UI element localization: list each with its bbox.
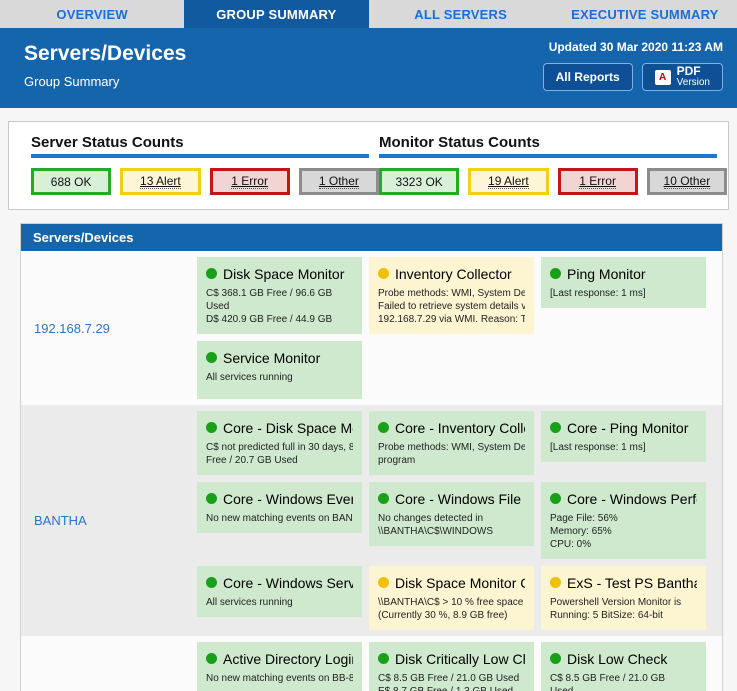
monitor-detail: Powershell Version Monitor is Running: 5…: [550, 596, 697, 622]
monitor-cell[interactable]: Ping Monitor [Last response: 1 ms]: [541, 257, 706, 308]
monitor-detail: \\BANTHA\C$ > 10 % free space (Currently…: [378, 596, 525, 622]
monitor-detail: C$ 8.5 GB Free / 21.0 GB Used E$ 8.7 GB …: [378, 672, 525, 691]
pdf-version-button[interactable]: A PDF Version: [642, 63, 723, 91]
server-status-title: Server Status Counts: [31, 134, 379, 151]
table-row: 192.168.7.29 Disk Space Monitor C$ 368.1…: [21, 251, 722, 405]
status-ok-dot-icon: [550, 268, 561, 279]
server-alert-badge[interactable]: 13 Alert: [120, 168, 200, 195]
page-subtitle: Group Summary: [24, 74, 186, 89]
monitor-detail: No new matching events on BANTHA: [206, 512, 353, 525]
monitor-cell[interactable]: Service Monitor All services running: [197, 341, 362, 399]
status-ok-dot-icon: [206, 577, 217, 588]
monitor-other-badge[interactable]: 10 Other: [647, 168, 727, 195]
tab-bar: OVERVIEW GROUP SUMMARY ALL SERVERS EXECU…: [0, 0, 737, 28]
server-other-badge[interactable]: 1 Other: [299, 168, 379, 195]
monitor-ok-badge[interactable]: 3323 OK: [379, 168, 459, 195]
monitor-cell[interactable]: Disk Space Monitor Co \\BANTHA\C$ > 10 %…: [369, 566, 534, 630]
monitor-detail: Probe methods: WMI, System Details progr…: [378, 441, 525, 467]
status-ok-dot-icon: [550, 493, 561, 504]
monitor-detail: All services running: [206, 371, 353, 384]
status-ok-dot-icon: [206, 653, 217, 664]
monitor-detail: [Last response: 1 ms]: [550, 441, 697, 454]
pdf-label: PDF: [677, 64, 701, 78]
monitor-cell[interactable]: Active Directory Login No new matching e…: [197, 642, 362, 691]
server-link[interactable]: [21, 642, 197, 691]
server-link[interactable]: BANTHA: [21, 411, 197, 630]
table-row: BANTHA Core - Disk Space Monit C$ not pr…: [21, 405, 722, 636]
monitor-detail: No changes detected in \\BANTHA\C$\WINDO…: [378, 512, 525, 538]
status-ok-dot-icon: [206, 422, 217, 433]
monitor-detail: C$ not predicted full in 30 days, 8.9 G …: [206, 441, 353, 467]
all-reports-label: All Reports: [556, 70, 620, 84]
monitor-cell[interactable]: Core - Windows File Ch No changes detect…: [369, 482, 534, 546]
server-ok-badge[interactable]: 688 OK: [31, 168, 111, 195]
page-title: Servers/Devices: [24, 42, 186, 66]
monitor-cell[interactable]: Core - Windows Perform Page File: 56% Me…: [541, 482, 706, 559]
server-error-badge[interactable]: 1 Error: [210, 168, 290, 195]
tab-executive-summary[interactable]: EXECUTIVE SUMMARY: [553, 0, 737, 28]
servers-devices-table: Servers/Devices 192.168.7.29 Disk Space …: [20, 223, 723, 691]
status-ok-dot-icon: [206, 493, 217, 504]
section-underline: [379, 154, 717, 158]
status-ok-dot-icon: [378, 422, 389, 433]
tab-all-servers[interactable]: ALL SERVERS: [369, 0, 553, 28]
status-ok-dot-icon: [378, 493, 389, 504]
monitor-cell[interactable]: Core - Windows Service All services runn…: [197, 566, 362, 617]
status-ok-dot-icon: [206, 268, 217, 279]
updated-timestamp: Updated 30 Mar 2020 11:23 AM: [543, 40, 723, 54]
section-underline: [31, 154, 369, 158]
monitor-cell[interactable]: Core - Inventory Collect Probe methods: …: [369, 411, 534, 475]
pdf-sublabel: Version: [677, 77, 710, 88]
status-ok-dot-icon: [206, 352, 217, 363]
monitor-error-badge[interactable]: 1 Error: [558, 168, 638, 195]
status-counts-panel: Server Status Counts 688 OK 13 Alert 1 E…: [8, 121, 729, 210]
monitor-cell[interactable]: Disk Critically Low Che C$ 8.5 GB Free /…: [369, 642, 534, 691]
monitor-status-section: Monitor Status Counts 3323 OK 19 Alert 1…: [379, 134, 727, 195]
monitor-cell[interactable]: Core - Ping Monitor [Last response: 1 ms…: [541, 411, 706, 462]
monitor-cell[interactable]: Inventory Collector Probe methods: WMI, …: [369, 257, 534, 334]
monitor-status-title: Monitor Status Counts: [379, 134, 727, 151]
status-ok-dot-icon: [550, 653, 561, 664]
status-alert-dot-icon: [378, 268, 389, 279]
status-alert-dot-icon: [550, 577, 561, 588]
monitor-cell[interactable]: Disk Low Check C$ 8.5 GB Free / 21.0 GB …: [541, 642, 706, 691]
monitor-alert-badge[interactable]: 19 Alert: [468, 168, 548, 195]
table-row: Active Directory Login No new matching e…: [21, 636, 722, 691]
table-header: Servers/Devices: [21, 224, 722, 251]
monitor-detail: Page File: 56% Memory: 65% CPU: 0%: [550, 512, 697, 551]
tab-overview[interactable]: OVERVIEW: [0, 0, 184, 28]
server-link[interactable]: 192.168.7.29: [21, 257, 197, 399]
status-ok-dot-icon: [550, 422, 561, 433]
monitor-detail: Probe methods: WMI, System Details Faile…: [378, 287, 525, 326]
tab-group-summary[interactable]: GROUP SUMMARY: [184, 0, 368, 28]
monitor-detail: [Last response: 1 ms]: [550, 287, 697, 300]
monitor-cell[interactable]: ExS - Test PS Bantha Powershell Version …: [541, 566, 706, 630]
pdf-icon: A: [655, 70, 671, 85]
all-reports-button[interactable]: All Reports: [543, 63, 633, 91]
monitor-cell[interactable]: Core - Windows Event L No new matching e…: [197, 482, 362, 533]
monitor-cell[interactable]: Core - Disk Space Monit C$ not predicted…: [197, 411, 362, 475]
monitor-detail: No new matching events on BB-8: [206, 672, 353, 685]
status-ok-dot-icon: [378, 653, 389, 664]
report-header: Servers/Devices Group Summary Updated 30…: [0, 28, 737, 108]
monitor-detail: C$ 8.5 GB Free / 21.0 GB Used: [550, 672, 697, 691]
status-alert-dot-icon: [378, 577, 389, 588]
monitor-cell[interactable]: Disk Space Monitor C$ 368.1 GB Free / 96…: [197, 257, 362, 334]
server-status-section: Server Status Counts 688 OK 13 Alert 1 E…: [31, 134, 379, 195]
monitor-detail: All services running: [206, 596, 353, 609]
monitor-detail: C$ 368.1 GB Free / 96.6 GB Used D$ 420.9…: [206, 287, 353, 326]
